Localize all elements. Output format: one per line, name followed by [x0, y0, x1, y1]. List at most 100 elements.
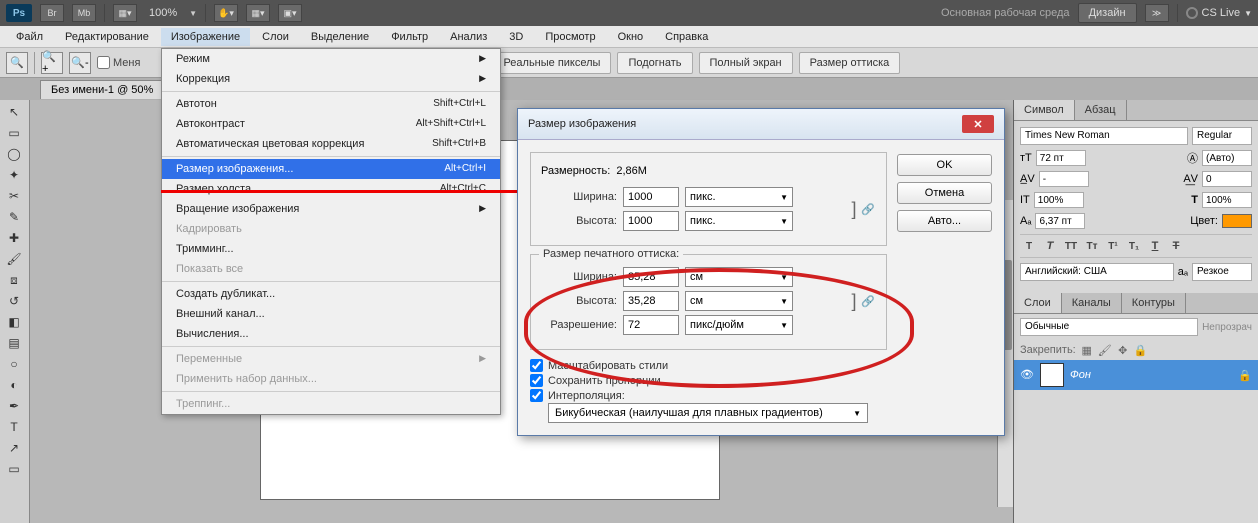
hscale-input[interactable]	[1202, 192, 1252, 208]
constrain-link-icon[interactable]: 🔗	[860, 203, 876, 216]
menu-view[interactable]: Просмотр	[535, 28, 605, 46]
bridge-icon[interactable]: Br	[40, 4, 64, 22]
menu-item[interactable]: Коррекция▶	[162, 69, 500, 89]
subscript-icon[interactable]: T₁	[1125, 238, 1143, 254]
lock-pixels-icon[interactable]: 🖌	[1098, 343, 1112, 357]
tab-channels[interactable]: Каналы	[1062, 293, 1122, 313]
stamp-tool-icon[interactable]: ⧈	[2, 270, 26, 290]
brush-tool-icon[interactable]: 🖌	[2, 249, 26, 269]
layer-thumbnail[interactable]	[1040, 363, 1064, 387]
print-width-input[interactable]	[623, 267, 679, 287]
resize-windows-checkbox[interactable]: Меня	[97, 56, 140, 69]
menu-image[interactable]: Изображение	[161, 28, 250, 46]
menu-item[interactable]: Вычисления...	[162, 324, 500, 344]
quickselect-tool-icon[interactable]: ✦	[2, 165, 26, 185]
language-select[interactable]: Английский: США	[1020, 263, 1174, 281]
resample-checkbox[interactable]: Интерполяция:	[530, 388, 887, 403]
shape-tool-icon[interactable]: ▭	[2, 459, 26, 479]
layer-row[interactable]: 👁 Фон 🔒	[1014, 360, 1258, 390]
lasso-tool-icon[interactable]: ◯	[2, 144, 26, 164]
menu-layers[interactable]: Слои	[252, 28, 299, 46]
tab-layers[interactable]: Слои	[1014, 293, 1062, 313]
zoom-out-icon[interactable]: 🔍-	[69, 52, 91, 74]
print-height-unit-select[interactable]: см▼	[685, 291, 793, 311]
scale-styles-checkbox[interactable]: Масштабировать стили	[530, 358, 887, 373]
actual-pixels-button[interactable]: Реальные пикселы	[492, 52, 611, 74]
fit-screen-button[interactable]: Подогнать	[617, 52, 692, 74]
strike-icon[interactable]: T	[1167, 238, 1185, 254]
menu-item[interactable]: Размер изображения...Alt+Ctrl+I	[162, 159, 500, 179]
type-tool-icon[interactable]: T	[2, 417, 26, 437]
cancel-button[interactable]: Отмена	[897, 182, 992, 204]
minibridge-icon[interactable]: Mb	[72, 4, 96, 22]
menu-help[interactable]: Справка	[655, 28, 718, 46]
dialog-close-button[interactable]: ✕	[962, 115, 994, 133]
menu-file[interactable]: Файл	[6, 28, 53, 46]
constrain-link2-icon[interactable]: 🔗	[860, 295, 876, 308]
pixel-height-unit-select[interactable]: пикс.▼	[685, 211, 793, 231]
pen-tool-icon[interactable]: ✒	[2, 396, 26, 416]
menu-item[interactable]: Внешний канал...	[162, 304, 500, 324]
constrain-proportions-checkbox[interactable]: Сохранить пропорции	[530, 373, 887, 388]
hand-icon[interactable]: ✋▾	[214, 4, 238, 22]
zoom-level[interactable]: 100%	[145, 7, 181, 19]
allcaps-icon[interactable]: TT	[1062, 238, 1080, 254]
marquee-tool-icon[interactable]: ▭	[2, 123, 26, 143]
superscript-icon[interactable]: T¹	[1104, 238, 1122, 254]
baseline-input[interactable]	[1035, 213, 1085, 229]
workspace-more-icon[interactable]: ≫	[1145, 4, 1169, 22]
pixel-width-unit-select[interactable]: пикс.▼	[685, 187, 793, 207]
tab-paragraph[interactable]: Абзац	[1075, 100, 1127, 120]
print-size-button[interactable]: Размер оттиска	[799, 52, 901, 74]
font-size-input[interactable]	[1036, 150, 1086, 166]
smallcaps-icon[interactable]: Tᴛ	[1083, 238, 1101, 254]
workspace-design-button[interactable]: Дизайн	[1078, 3, 1137, 23]
menu-item[interactable]: Размер холста...Alt+Ctrl+C	[162, 179, 500, 199]
menu-window[interactable]: Окно	[608, 28, 654, 46]
layer-visibility-icon[interactable]: 👁	[1020, 368, 1034, 382]
underline-icon[interactable]: T	[1146, 238, 1164, 254]
bold-icon[interactable]: T	[1020, 238, 1038, 254]
resolution-input[interactable]	[623, 315, 679, 335]
healing-tool-icon[interactable]: ✚	[2, 228, 26, 248]
text-color-swatch[interactable]	[1222, 214, 1252, 228]
menu-filter[interactable]: Фильтр	[381, 28, 438, 46]
crop-tool-icon[interactable]: ✂	[2, 186, 26, 206]
menu-item[interactable]: Вращение изображения▶	[162, 199, 500, 219]
menu-item[interactable]: Автоматическая цветовая коррекцияShift+C…	[162, 134, 500, 154]
menu-select[interactable]: Выделение	[301, 28, 379, 46]
pixel-height-input[interactable]	[623, 211, 679, 231]
zoom-dropdown-icon[interactable]: ▼	[189, 9, 197, 18]
italic-icon[interactable]: T	[1041, 238, 1059, 254]
font-family-select[interactable]: Times New Roman	[1020, 127, 1188, 145]
menu-item[interactable]: АвтотонShift+Ctrl+L	[162, 94, 500, 114]
cs-live-button[interactable]: CS Live ▼	[1186, 7, 1252, 19]
history-brush-tool-icon[interactable]: ↺	[2, 291, 26, 311]
path-tool-icon[interactable]: ↗	[2, 438, 26, 458]
menu-item[interactable]: Режим▶	[162, 49, 500, 69]
resolution-unit-select[interactable]: пикс/дюйм▼	[685, 315, 793, 335]
menu-analysis[interactable]: Анализ	[440, 28, 497, 46]
menu-edit[interactable]: Редактирование	[55, 28, 159, 46]
tracking-input[interactable]	[1202, 171, 1252, 187]
menu-item[interactable]: Тримминг...	[162, 239, 500, 259]
view-extras-icon[interactable]: ▦▾	[113, 4, 137, 22]
screenmode-icon[interactable]: ▣▾	[278, 4, 302, 22]
eyedropper-tool-icon[interactable]: ✎	[2, 207, 26, 227]
move-tool-icon[interactable]: ↖	[2, 102, 26, 122]
tab-paths[interactable]: Контуры	[1122, 293, 1186, 313]
eraser-tool-icon[interactable]: ◧	[2, 312, 26, 332]
tab-character[interactable]: Символ	[1014, 100, 1075, 120]
interpolation-select[interactable]: Бикубическая (наилучшая для плавных град…	[548, 403, 868, 423]
vscale-input[interactable]	[1034, 192, 1084, 208]
gradient-tool-icon[interactable]: ▤	[2, 333, 26, 353]
print-width-unit-select[interactable]: см▼	[685, 267, 793, 287]
menu-item[interactable]: Создать дубликат...	[162, 284, 500, 304]
lock-position-icon[interactable]: ✥	[1116, 343, 1130, 357]
lock-transparent-icon[interactable]: ▦	[1080, 343, 1094, 357]
auto-button[interactable]: Авто...	[897, 210, 992, 232]
blur-tool-icon[interactable]: ○	[2, 354, 26, 374]
print-height-input[interactable]	[623, 291, 679, 311]
leading-input[interactable]	[1202, 150, 1252, 166]
zoom-in-icon[interactable]: 🔍+	[41, 52, 63, 74]
